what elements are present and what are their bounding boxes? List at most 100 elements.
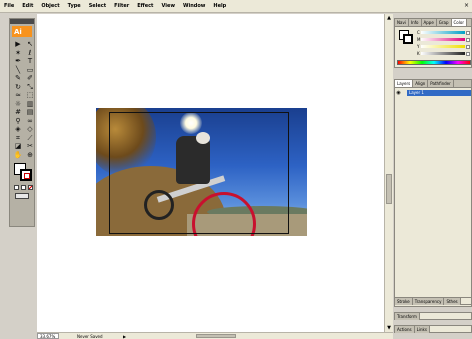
type-tool[interactable]: T xyxy=(25,57,35,66)
color-mode-button[interactable] xyxy=(14,185,19,190)
horizontal-scrollbar-thumb[interactable] xyxy=(196,334,237,338)
color-channel-row: K xyxy=(417,51,470,56)
zoom-field[interactable]: 33.67% xyxy=(37,333,59,339)
scroll-down-icon[interactable]: ▼ xyxy=(385,325,393,331)
color-stroke-swatch[interactable] xyxy=(403,34,413,44)
layer-name[interactable]: Layer 1 xyxy=(407,89,471,96)
close-window-icon[interactable]: × xyxy=(464,2,469,9)
menu-window[interactable]: Window xyxy=(179,0,209,13)
paintbrush-tool[interactable]: ✎ xyxy=(13,74,23,83)
tab-appe[interactable]: Appe xyxy=(422,19,437,26)
tab-info[interactable]: Info xyxy=(409,19,422,26)
channel-value-field[interactable] xyxy=(466,44,470,49)
color-panel: Navi Info Appe Grap Color CMYK xyxy=(394,18,472,68)
menu-object[interactable]: Object xyxy=(37,0,63,13)
tool-grid: ▶ ↖ ✶ ℓ ✒ T ╲ ▭ ✎ ✐ ↻ ⤡ ≈ ⬚ ☼ ▥ # ▤ ⚲ ∞ ◈ ◇ ⌗ ⟋ ◪ ✂ ✋ ⊕ xyxy=(10,40,34,159)
line-tool[interactable]: ╲ xyxy=(13,66,23,75)
symbol-sprayer-tool[interactable]: ☼ xyxy=(13,100,23,109)
direct-selection-tool[interactable]: ↖ xyxy=(25,40,35,49)
scroll-up-icon[interactable]: ▲ xyxy=(385,15,393,21)
slice-tool[interactable]: ⟋ xyxy=(25,134,35,143)
tab-sthes[interactable]: Sthes xyxy=(444,298,461,305)
vertical-scrollbar[interactable]: ▲ ▼ xyxy=(384,14,393,332)
zoom-tool[interactable]: ⊕ xyxy=(25,151,35,160)
menu-filter[interactable]: Filter xyxy=(110,0,133,13)
none-mode-button[interactable] xyxy=(28,185,33,190)
pencil-tool[interactable]: ✐ xyxy=(25,74,35,83)
tab-links[interactable]: Links xyxy=(414,326,430,333)
menu-file[interactable]: File xyxy=(0,0,18,13)
visibility-eye-icon[interactable]: ◉ xyxy=(395,90,402,96)
eraser-tool[interactable]: ◪ xyxy=(13,142,23,151)
color-spectrum-bar[interactable] xyxy=(397,60,471,65)
color-panel-tabs: Navi Info Appe Grap Color xyxy=(395,19,471,27)
document-status: Never Saved xyxy=(77,333,103,339)
menu-help[interactable]: Help xyxy=(209,0,230,13)
column-graph-tool[interactable]: ▥ xyxy=(25,100,35,109)
tab-transparency[interactable]: Transparency xyxy=(412,298,445,305)
channel-slider[interactable] xyxy=(421,52,465,55)
actions-panel-tabs: Actions Links xyxy=(395,326,471,333)
tab-actions[interactable]: Actions xyxy=(395,326,415,333)
transform-panel: Transform xyxy=(394,312,472,320)
tab-stroke[interactable]: Stroke xyxy=(395,298,413,305)
color-channel-row: M xyxy=(417,37,470,42)
artboard-crop-frame xyxy=(109,112,289,234)
layers-panel: LayersAlignPathfinder ◉ Layer 1 1 Layer … xyxy=(394,79,472,307)
scissors-tool[interactable]: ✂ xyxy=(25,142,35,151)
live-paint-selection-tool[interactable]: ◇ xyxy=(25,125,35,134)
menu-bar: File Edit Object Type Select Filter Effe… xyxy=(0,0,472,13)
magic-wand-tool[interactable]: ✶ xyxy=(13,49,23,58)
layer-row[interactable]: ◉ Layer 1 xyxy=(395,89,471,96)
pen-tool[interactable]: ✒ xyxy=(13,57,23,66)
menu-view[interactable]: View xyxy=(157,0,179,13)
menu-select[interactable]: Select xyxy=(85,0,110,13)
warp-tool[interactable]: ≈ xyxy=(13,91,23,100)
live-paint-bucket-tool[interactable]: ◈ xyxy=(13,125,23,134)
tab-navi[interactable]: Navi xyxy=(395,19,409,26)
channel-slider[interactable] xyxy=(421,45,465,48)
stroke-swatch[interactable] xyxy=(20,169,32,181)
tools-panel: Ai ▶ ↖ ✶ ℓ ✒ T ╲ ▭ ✎ ✐ ↻ ⤡ ≈ ⬚ ☼ ▥ # ▤ ⚲ ∞ ◈ ◇ ⌗ ⟋ ◪ ✂ ✋ ⊕ xyxy=(9,18,35,227)
rectangle-tool[interactable]: ▭ xyxy=(25,66,35,75)
channel-value-field[interactable] xyxy=(466,30,470,35)
tab-pathfinder[interactable]: Pathfinder xyxy=(428,80,454,87)
status-bar: 33.67% Never Saved ▶ xyxy=(37,332,393,339)
tab-align[interactable]: Align xyxy=(413,80,429,87)
channel-slider[interactable] xyxy=(421,31,465,34)
scrollbar-thumb[interactable] xyxy=(386,174,392,204)
tab-color[interactable]: Color xyxy=(451,19,467,26)
app-logo: Ai xyxy=(12,26,32,37)
gradient-tool[interactable]: ▤ xyxy=(25,108,35,117)
scale-tool[interactable]: ⤡ xyxy=(25,83,35,92)
tab-layers[interactable]: Layers xyxy=(395,80,414,87)
transform-panel-tabs: Transform xyxy=(395,313,471,320)
panel-dock: Navi Info Appe Grap Color CMYK Layers Align Pa… xyxy=(394,18,472,339)
screen-mode-button[interactable] xyxy=(15,193,29,199)
hand-tool[interactable]: ✋ xyxy=(13,151,23,160)
gradient-mode-button[interactable] xyxy=(21,185,26,190)
selection-tool[interactable]: ▶ xyxy=(13,40,23,49)
crop-area-tool[interactable]: ⌗ xyxy=(13,134,23,143)
color-panel-body: CMYK xyxy=(395,27,471,68)
blend-tool[interactable]: ∞ xyxy=(25,117,35,126)
lasso-tool[interactable]: ℓ xyxy=(25,49,35,58)
channel-value-field[interactable] xyxy=(466,37,470,42)
tab-grap[interactable]: Grap xyxy=(437,19,452,26)
color-channel-row: Y xyxy=(417,44,470,49)
menu-type[interactable]: Type xyxy=(64,0,85,13)
menu-edit[interactable]: Edit xyxy=(18,0,37,13)
tab-transform[interactable]: Transform xyxy=(395,313,420,320)
rotate-tool[interactable]: ↻ xyxy=(13,83,23,92)
color-channel-row: C xyxy=(417,30,470,35)
channel-value-field[interactable] xyxy=(466,51,470,56)
status-menu-icon[interactable]: ▶ xyxy=(123,334,126,339)
free-transform-tool[interactable]: ⬚ xyxy=(25,91,35,100)
placed-image[interactable] xyxy=(96,108,307,236)
mesh-tool[interactable]: # xyxy=(13,108,23,117)
menu-effect[interactable]: Effect xyxy=(133,0,157,13)
panel-grip[interactable] xyxy=(10,19,34,24)
channel-slider[interactable] xyxy=(421,38,465,41)
layers-panel-tabs: Layers Align Pathfinder xyxy=(395,80,471,88)
eyedropper-tool[interactable]: ⚲ xyxy=(13,117,23,126)
